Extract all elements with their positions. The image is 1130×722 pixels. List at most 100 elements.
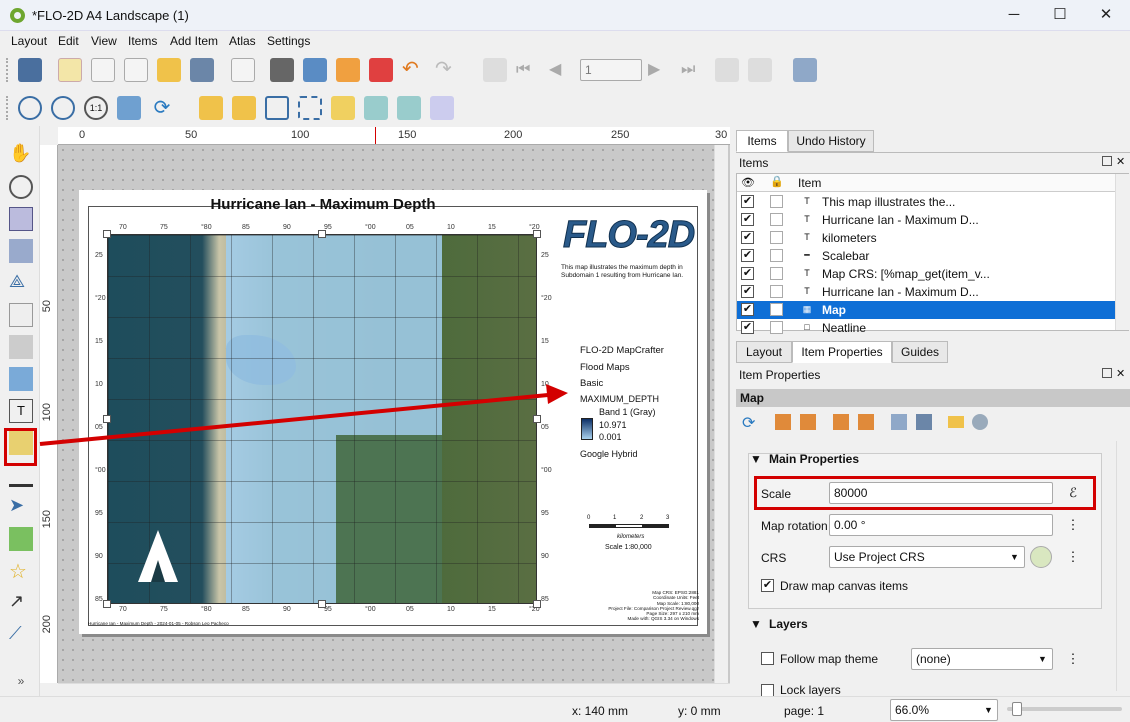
ungroup-items-icon[interactable]: [298, 96, 322, 120]
layout-page[interactable]: Hurricane Ian - Maximum Depth 70 70 75 75 °8…: [79, 190, 707, 634]
raise-items-icon[interactable]: [331, 96, 355, 120]
item-row[interactable]: ✔ T Hurricane Ian - Maximum D...: [737, 211, 1115, 229]
lock-checkbox[interactable]: [770, 249, 783, 262]
menu-edit[interactable]: Edit: [58, 34, 79, 48]
zoom-in-icon[interactable]: [18, 96, 42, 120]
page-setup-icon[interactable]: [231, 58, 255, 82]
resize-handle[interactable]: [533, 230, 541, 238]
follow-map-theme-checkbox[interactable]: [761, 652, 774, 665]
map-metadata-label[interactable]: Map CRS: EPSG:2881 Coordinate Units: Fee…: [569, 590, 699, 622]
tab-item-properties[interactable]: Item Properties: [792, 341, 892, 363]
map-title-label[interactable]: Hurricane Ian - Maximum Depth: [79, 196, 567, 213]
zoom-full-icon[interactable]: [117, 96, 141, 120]
set-scale-icon[interactable]: [833, 414, 849, 430]
zoom-slider-handle[interactable]: [1012, 702, 1022, 716]
close-panel-icon[interactable]: ✕: [1116, 367, 1125, 380]
map-theme-select[interactable]: (none): [911, 648, 1053, 670]
visibility-checkbox[interactable]: ✔: [741, 303, 754, 316]
atlas-page-input[interactable]: 1: [580, 59, 642, 81]
visibility-checkbox[interactable]: ✔: [741, 285, 754, 298]
item-row[interactable]: ✔ ━ Scalebar: [737, 247, 1115, 265]
bookmarks-icon[interactable]: [891, 414, 907, 430]
export-image-icon[interactable]: [303, 58, 327, 82]
add-shape-icon[interactable]: [9, 527, 33, 551]
properties-scrollbar[interactable]: [1116, 441, 1130, 691]
duplicate-layout-icon[interactable]: [91, 58, 115, 82]
visibility-checkbox[interactable]: ✔: [741, 213, 754, 226]
zoom-actual-icon[interactable]: 1:1: [84, 96, 108, 120]
float-panel-icon[interactable]: [1102, 368, 1112, 378]
resize-handle[interactable]: [533, 415, 541, 423]
view-scale-icon[interactable]: [858, 414, 874, 430]
collapse-chevron-icon[interactable]: ▼: [750, 452, 762, 466]
next-feature-icon[interactable]: ▶: [648, 58, 672, 82]
items-tree[interactable]: 👁 🔒 Item ✔ T This map illustrates the... ✔ T…: [736, 173, 1129, 335]
float-panel-icon[interactable]: [1102, 156, 1112, 166]
collapse-chevron-icon[interactable]: ▼: [750, 617, 762, 631]
tab-items[interactable]: Items: [736, 130, 788, 152]
visibility-checkbox[interactable]: ✔: [741, 267, 754, 280]
lock-checkbox[interactable]: [770, 303, 783, 316]
lock-checkbox[interactable]: [770, 231, 783, 244]
item-row[interactable]: ✔ T Hurricane Ian - Maximum D...: [737, 283, 1115, 301]
last-feature-icon[interactable]: ⏭: [681, 58, 705, 82]
new-layout-icon[interactable]: [58, 58, 82, 82]
canvas-horizontal-scrollbar[interactable]: [58, 683, 730, 696]
previous-feature-icon[interactable]: ◀: [549, 58, 573, 82]
open-template-icon[interactable]: [157, 58, 181, 82]
pan-icon[interactable]: ✋: [9, 143, 33, 167]
zoom-out-icon[interactable]: [51, 96, 75, 120]
labeling-icon[interactable]: [948, 416, 964, 428]
theme-expression-icon[interactable]: ⋮: [1060, 648, 1086, 670]
add-3d-map-icon[interactable]: [9, 335, 33, 359]
scalebar[interactable]: [589, 524, 669, 528]
add-polyline-icon[interactable]: ⟋: [9, 623, 33, 647]
first-feature-icon[interactable]: ⏮: [516, 58, 540, 82]
tab-undo-history[interactable]: Undo History: [788, 130, 874, 152]
footer-label[interactable]: Hurricane Ian - Maximum Depth - 2024-01-…: [88, 621, 229, 626]
unlock-items-icon[interactable]: [232, 96, 256, 120]
lock-items-icon[interactable]: [199, 96, 223, 120]
add-arrow-icon[interactable]: ↗: [9, 591, 33, 615]
crs-expression-icon[interactable]: ⋮: [1060, 546, 1086, 568]
lock-checkbox[interactable]: [770, 195, 783, 208]
refresh-icon[interactable]: ⟳: [150, 96, 174, 120]
canvas-vertical-scrollbar[interactable]: [714, 145, 728, 683]
flo2d-logo[interactable]: FLO-2D: [563, 214, 696, 258]
more-tools-icon[interactable]: »: [9, 674, 33, 698]
group-items-icon[interactable]: [265, 96, 289, 120]
item-row[interactable]: ✔ Tkilometers: [737, 229, 1115, 247]
visibility-checkbox[interactable]: ✔: [741, 231, 754, 244]
item-row[interactable]: ✔ □ Neatline: [737, 319, 1115, 337]
move-content-icon[interactable]: [9, 239, 33, 263]
visibility-checkbox[interactable]: ✔: [741, 249, 754, 262]
set-extent-icon[interactable]: [775, 414, 791, 430]
minimize-button[interactable]: ─: [991, 4, 1037, 26]
close-button[interactable]: ✕: [1083, 4, 1129, 26]
menu-layout[interactable]: Layout: [11, 34, 47, 48]
zoom-tool-icon[interactable]: [9, 175, 33, 199]
undo-icon[interactable]: ↶: [402, 58, 426, 82]
refresh-map-icon[interactable]: ⟳: [742, 413, 760, 432]
visibility-checkbox[interactable]: ✔: [741, 321, 754, 334]
add-marker-icon[interactable]: ☆: [9, 559, 33, 583]
print-icon[interactable]: [270, 58, 294, 82]
redo-icon[interactable]: ↷: [435, 58, 459, 82]
menu-atlas[interactable]: Atlas: [229, 34, 256, 48]
save-icon[interactable]: [18, 58, 42, 82]
layout-manager-icon[interactable]: [124, 58, 148, 82]
export-atlas-icon[interactable]: [748, 58, 772, 82]
resize-handle[interactable]: [318, 600, 326, 608]
items-scrollbar[interactable]: [1115, 174, 1129, 330]
item-row[interactable]: ✔ T This map illustrates the...: [737, 193, 1115, 211]
lock-checkbox[interactable]: [770, 213, 783, 226]
menu-view[interactable]: View: [91, 34, 117, 48]
draw-canvas-items-checkbox[interactable]: ✔: [761, 579, 774, 592]
zoom-slider[interactable]: [1007, 707, 1122, 711]
zoom-level-select[interactable]: 66.0%: [890, 699, 998, 721]
maximize-button[interactable]: ☐: [1037, 4, 1083, 26]
add-north-arrow-icon[interactable]: ➤: [9, 495, 33, 519]
close-panel-icon[interactable]: ✕: [1116, 155, 1125, 168]
rotation-expression-icon[interactable]: ⋮: [1060, 514, 1086, 536]
export-svg-icon[interactable]: [336, 58, 360, 82]
